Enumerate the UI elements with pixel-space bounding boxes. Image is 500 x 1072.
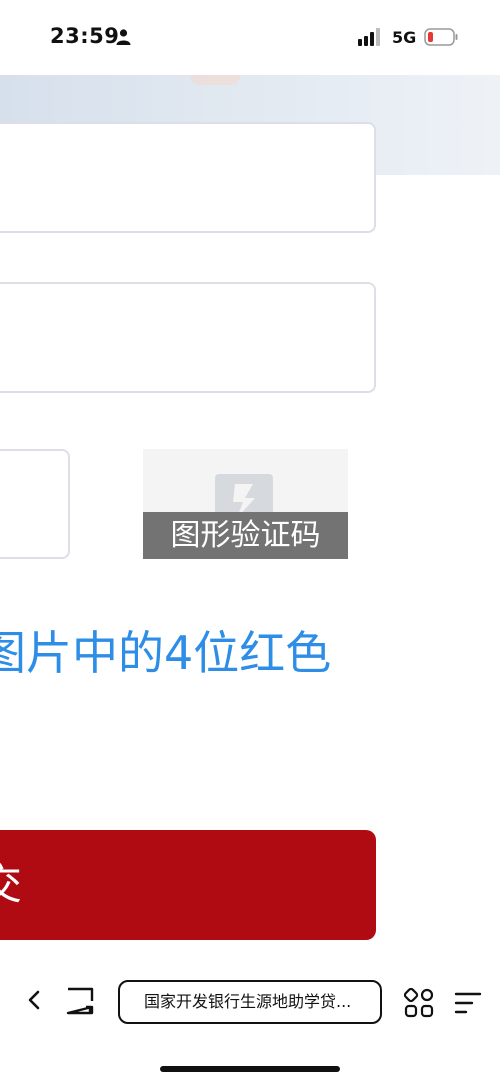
form-input-1[interactable] <box>0 122 376 233</box>
menu-icon[interactable] <box>454 990 482 1016</box>
status-bar: 23:59 5G <box>0 0 500 75</box>
captcha-image[interactable]: 图形验证码 <box>143 449 348 559</box>
back-icon[interactable] <box>22 980 46 1020</box>
apps-grid-icon[interactable] <box>404 988 434 1018</box>
captcha-caption: 图形验证码 <box>143 512 348 559</box>
captcha-input[interactable] <box>0 449 70 559</box>
home-indicator <box>160 1066 340 1072</box>
battery-icon <box>424 28 458 46</box>
submit-label: 交 <box>0 860 23 909</box>
network-label: 5G <box>392 28 417 47</box>
submit-button[interactable]: 交 <box>0 830 376 940</box>
url-bar[interactable]: 国家开发银行生源地助学贷... <box>118 980 382 1024</box>
form-input-2[interactable] <box>0 282 376 393</box>
status-time: 23:59 <box>50 24 120 48</box>
browser-toolbar: 国家开发银行生源地助学贷... <box>0 960 500 1070</box>
tab-icon[interactable] <box>64 985 96 1017</box>
person-icon <box>116 29 131 45</box>
captcha-hint: 图片中的4位红色 <box>0 626 332 680</box>
signal-icon <box>358 28 380 46</box>
banner-decoration <box>190 75 240 85</box>
